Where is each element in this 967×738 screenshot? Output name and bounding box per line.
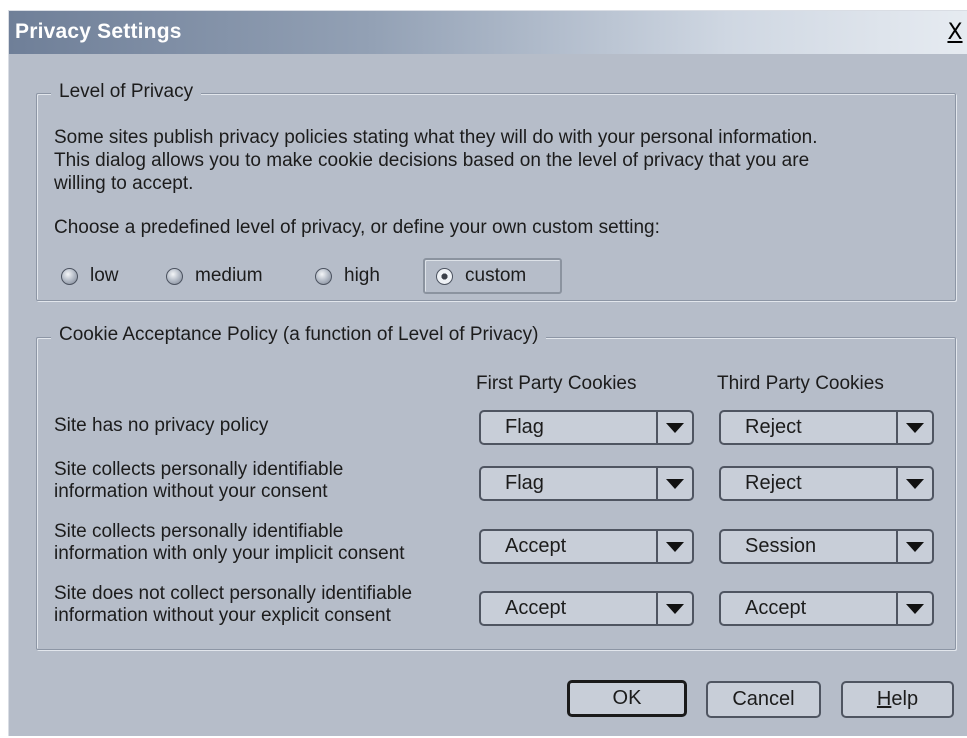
dropdown-arrow-icon[interactable] bbox=[656, 468, 692, 499]
selected-value: Accept bbox=[505, 597, 567, 619]
row-label-line: information without your explicit consen… bbox=[54, 605, 391, 626]
description-line-2: This dialog allows you to make cookie de… bbox=[54, 150, 810, 171]
selected-value: Accept bbox=[505, 535, 567, 557]
choose-level-prompt: Choose a predefined level of privacy, or… bbox=[54, 217, 660, 238]
title-bar[interactable]: Privacy Settings X bbox=[9, 11, 967, 54]
third-party-select[interactable]: Reject bbox=[719, 466, 934, 501]
row-label-line: information without your consent bbox=[54, 481, 328, 502]
radio-label: low bbox=[90, 265, 119, 286]
dropdown-arrow-icon[interactable] bbox=[896, 412, 932, 443]
radio-medium[interactable]: medium bbox=[166, 261, 263, 291]
radio-label: medium bbox=[195, 265, 263, 286]
radio-high[interactable]: high bbox=[315, 261, 380, 291]
policy-row-label: Site has no privacy policy bbox=[54, 415, 268, 437]
help-mnemonic: H bbox=[876, 688, 892, 710]
radio-low[interactable]: low bbox=[61, 261, 119, 291]
dropdown-arrow-icon[interactable] bbox=[896, 593, 932, 624]
description-line-3: willing to accept. bbox=[54, 173, 194, 194]
first-party-column-header: First Party Cookies bbox=[476, 373, 637, 394]
radio-indicator-selected bbox=[436, 267, 453, 285]
close-icon[interactable]: X bbox=[945, 21, 965, 45]
dialog-title: Privacy Settings bbox=[15, 20, 182, 43]
dropdown-arrow-icon[interactable] bbox=[656, 593, 692, 624]
policy-row-label: Site collects personally identifiable in… bbox=[54, 459, 343, 503]
third-party-select[interactable]: Session bbox=[719, 529, 934, 564]
description-line-1: Some sites publish privacy policies stat… bbox=[54, 127, 818, 148]
radio-custom[interactable]: custom bbox=[436, 261, 526, 291]
row-label-line: Site collects personally identifiable bbox=[54, 459, 344, 480]
dropdown-arrow-icon[interactable] bbox=[896, 531, 932, 562]
radio-indicator bbox=[315, 267, 332, 285]
row-label-line: information with only your implicit cons… bbox=[54, 543, 405, 564]
dropdown-arrow-icon[interactable] bbox=[896, 468, 932, 499]
help-label-rest: elp bbox=[891, 688, 919, 710]
selected-value: Reject bbox=[745, 416, 802, 438]
first-party-select[interactable]: Accept bbox=[479, 529, 694, 564]
help-button[interactable]: Help bbox=[841, 681, 954, 718]
radio-indicator bbox=[61, 267, 78, 285]
selected-value: Flag bbox=[505, 472, 544, 494]
third-party-select[interactable]: Reject bbox=[719, 410, 934, 445]
selected-value: Accept bbox=[745, 597, 807, 619]
first-party-select[interactable]: Flag bbox=[479, 466, 694, 501]
cookie-policy-legend: Cookie Acceptance Policy (a function of … bbox=[51, 324, 547, 346]
selected-value: Session bbox=[745, 535, 817, 557]
dropdown-arrow-icon[interactable] bbox=[656, 531, 692, 562]
policy-row-label: Site collects personally identifiable in… bbox=[54, 521, 405, 565]
radio-label: custom bbox=[465, 265, 527, 286]
first-party-select[interactable]: Flag bbox=[479, 410, 694, 445]
selected-value: Flag bbox=[505, 416, 544, 438]
ok-button[interactable]: OK bbox=[567, 680, 687, 717]
dropdown-arrow-icon[interactable] bbox=[656, 412, 692, 443]
selected-value: Reject bbox=[745, 472, 802, 494]
row-label-line: Site collects personally identifiable bbox=[54, 521, 344, 542]
row-label-line: Site does not collect personally identif… bbox=[54, 583, 413, 604]
third-party-column-header: Third Party Cookies bbox=[717, 373, 884, 394]
privacy-settings-dialog: Privacy Settings X Level of Privacy Some… bbox=[8, 10, 967, 736]
radio-label: high bbox=[344, 265, 380, 286]
cancel-button[interactable]: Cancel bbox=[706, 681, 821, 718]
row-label-line: Site has no privacy policy bbox=[54, 415, 269, 436]
policy-row-label: Site does not collect personally identif… bbox=[54, 583, 412, 627]
radio-indicator bbox=[166, 267, 183, 285]
first-party-select[interactable]: Accept bbox=[479, 591, 694, 626]
level-of-privacy-legend: Level of Privacy bbox=[51, 81, 202, 103]
third-party-select[interactable]: Accept bbox=[719, 591, 934, 626]
